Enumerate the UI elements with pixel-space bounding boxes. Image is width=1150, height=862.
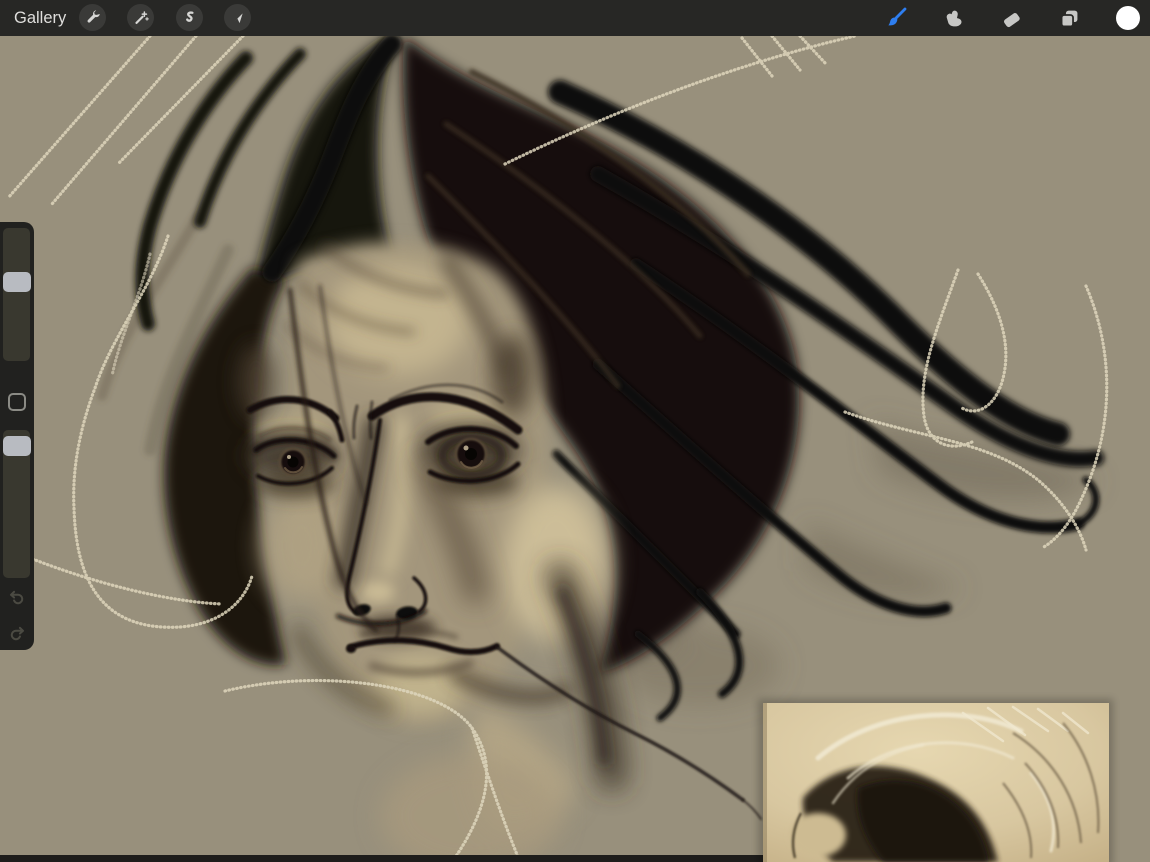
selection-button[interactable] [176,4,203,31]
color-button[interactable] [1115,5,1141,31]
color-swatch-circle [1115,5,1141,31]
gallery-button[interactable]: Gallery [14,0,66,36]
procreate-screen: Gallery [0,0,1150,862]
modify-button[interactable] [8,393,26,411]
magic-wand-icon [132,9,150,27]
undo-arrow-icon [6,596,28,611]
smudge-finger-icon [941,6,966,31]
layers-icon [1057,6,1082,31]
layers-button[interactable] [1056,5,1082,31]
redo-arrow-icon [6,632,28,647]
erase-tool-button[interactable] [998,5,1024,31]
top-toolbar: Gallery [0,0,1150,36]
redo-button[interactable] [6,622,28,644]
brush-size-handle[interactable] [3,272,31,292]
transform-button[interactable] [224,4,251,31]
undo-button[interactable] [6,586,28,608]
reference-image[interactable] [758,699,1113,862]
wrench-icon [84,9,102,27]
opacity-handle[interactable] [3,436,31,456]
canvas-artwork [0,36,1150,862]
brush-sidebar [0,222,34,650]
paintbrush-icon [883,5,909,31]
smudge-tool-button[interactable] [940,5,966,31]
actions-button[interactable] [79,4,106,31]
selection-s-icon [181,9,199,27]
eraser-icon [999,6,1024,31]
brush-size-slider[interactable] [3,228,30,361]
drawing-canvas[interactable] [0,36,1150,862]
paint-tool-button[interactable] [883,5,909,31]
transform-arrow-icon [229,9,247,27]
adjustments-button[interactable] [127,4,154,31]
